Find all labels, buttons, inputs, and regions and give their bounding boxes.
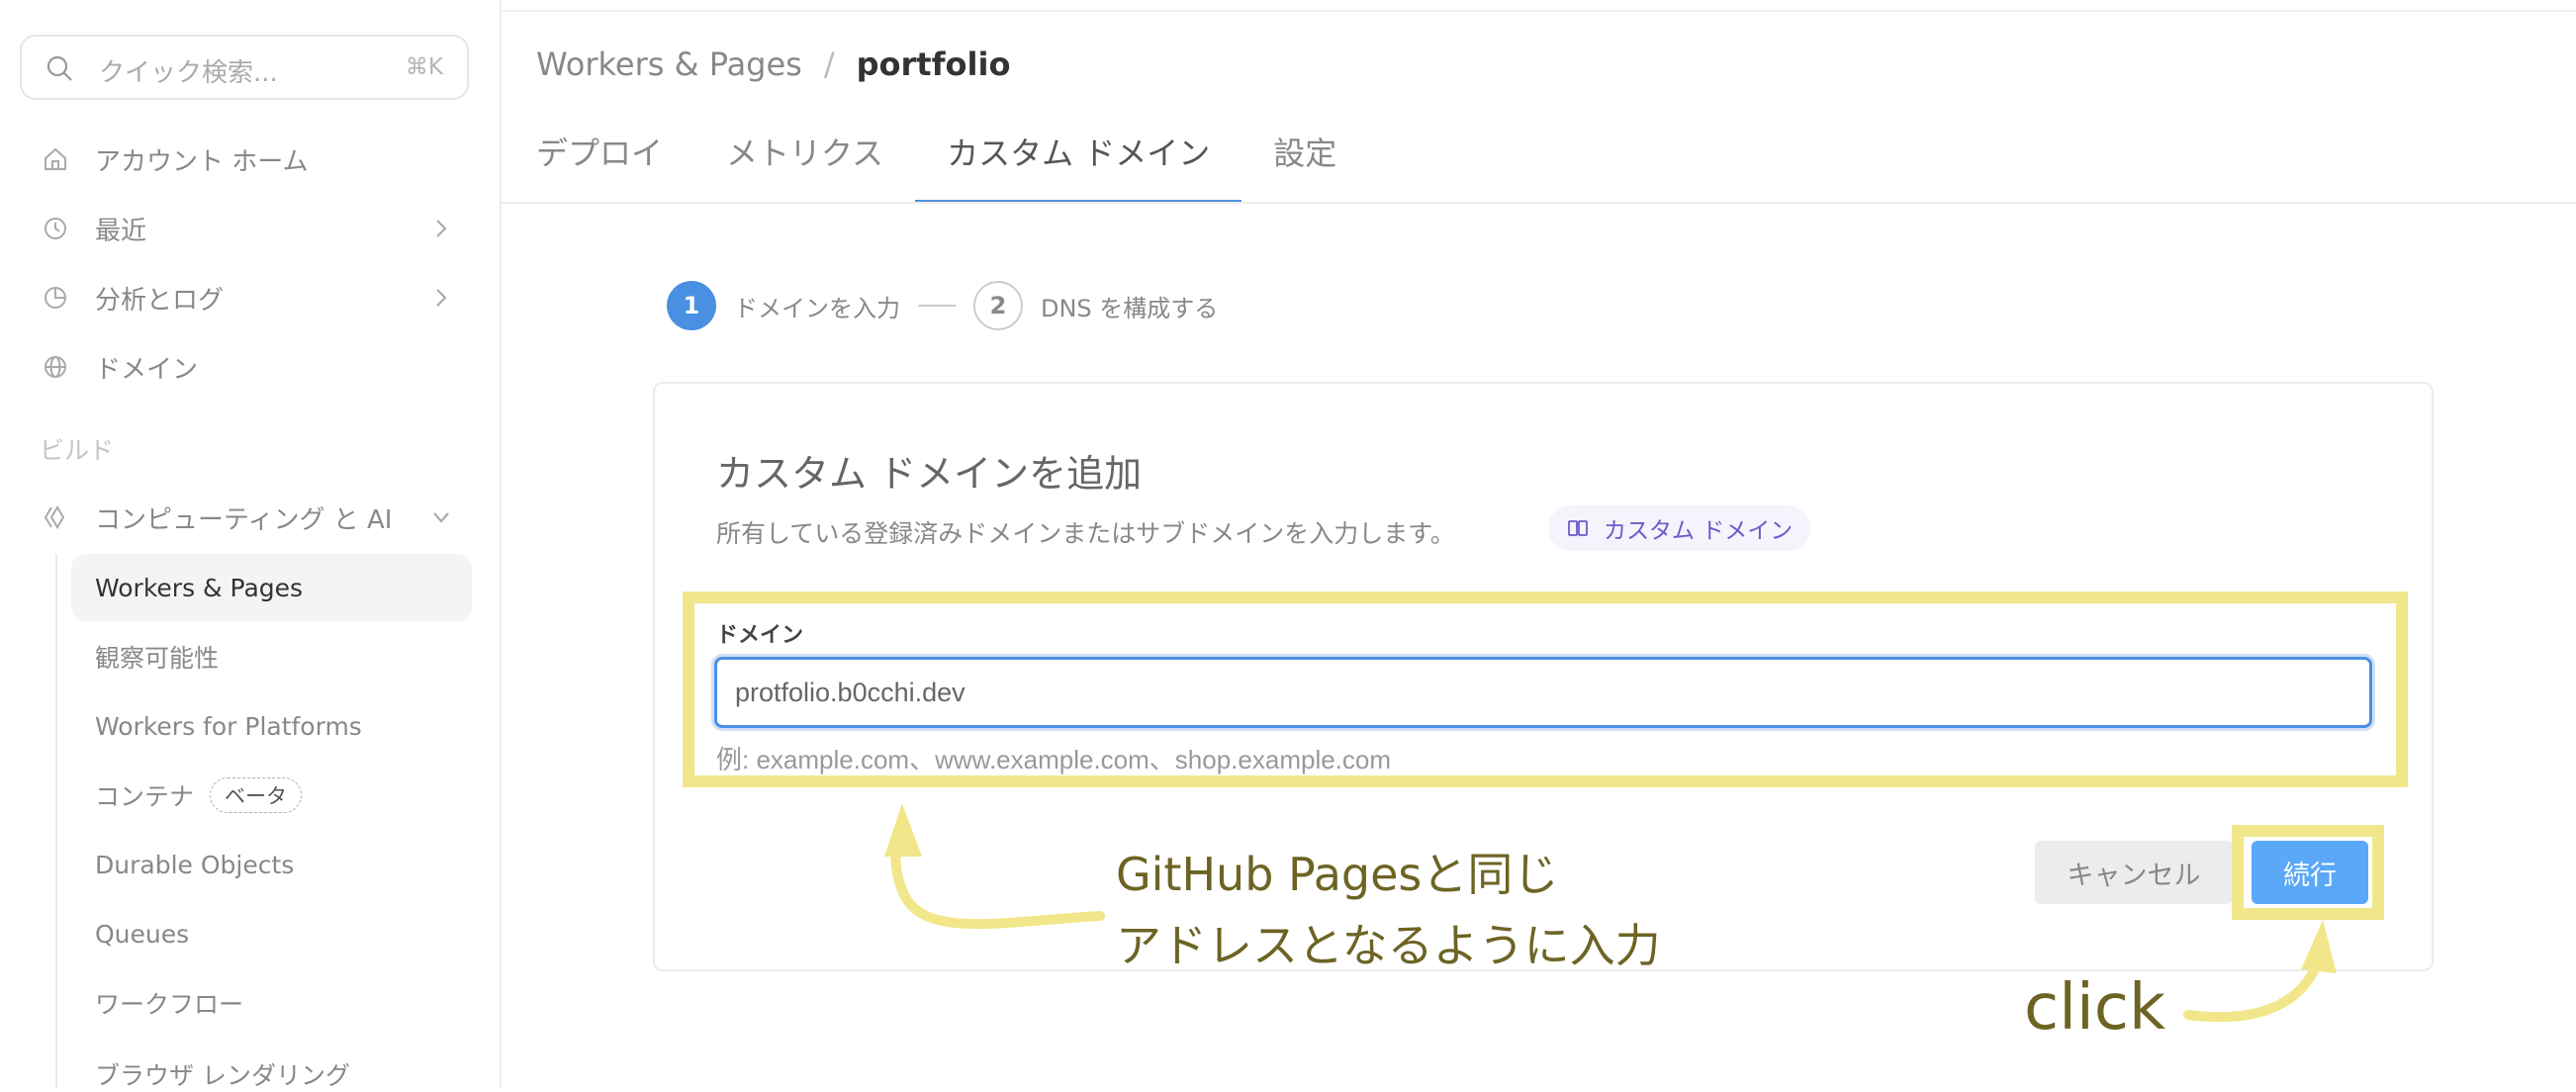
- sidebar-item-label: Workers & Pages: [95, 573, 304, 602]
- domain-field-label: ドメイン: [716, 623, 804, 648]
- continue-button[interactable]: 続行: [2252, 841, 2368, 904]
- sidebar-item-label: ワークフロー: [95, 990, 244, 1019]
- sidebar-item-recent[interactable]: 最近: [40, 204, 475, 253]
- sidebar-item-workers-for-platforms[interactable]: Workers for Platforms: [71, 692, 472, 760]
- tab-bar: デプロイ メトリクス カスタム ドメイン 設定: [536, 129, 1368, 204]
- section-label-build: ビルド: [40, 436, 115, 465]
- sidebar-item-label: コンテナ: [95, 782, 195, 811]
- chevron-down-icon: [429, 503, 453, 538]
- step-2-label: DNS を構成する: [1041, 294, 1219, 322]
- step-1-indicator: 1: [667, 281, 716, 330]
- stepper: 1 ドメインを入力 2 DNS を構成する: [667, 281, 1218, 330]
- pie-chart-icon: [40, 282, 71, 314]
- tab-settings[interactable]: 設定: [1242, 129, 1368, 202]
- breadcrumb-current: portfolio: [856, 46, 1011, 83]
- sidebar-item-queues[interactable]: Queues: [71, 900, 472, 967]
- sidebar-item-label: 分析とログ: [95, 285, 225, 316]
- annotation-note: GitHub Pagesと同じ アドレスとなるように入力: [1116, 839, 1661, 981]
- domain-field-hint: 例: example.com、www.example.com、shop.exam…: [716, 745, 1392, 774]
- annotation-click: click: [2024, 971, 2165, 1045]
- chevron-right-icon: [429, 284, 453, 318]
- domain-input[interactable]: [714, 657, 2372, 728]
- tree-line: [55, 554, 57, 1088]
- card-title: カスタム ドメインを追加: [716, 452, 1143, 496]
- breadcrumb: Workers & Pages / portfolio: [536, 46, 1010, 83]
- sidebar-group-compute[interactable]: コンピューティング と AI: [40, 493, 475, 542]
- home-icon: [40, 143, 71, 175]
- compute-icon: [40, 501, 71, 533]
- chevron-right-icon: [429, 215, 453, 249]
- sidebar-item-label: ブラウザ レンダリング: [95, 1061, 350, 1090]
- sidebar-item-label: 観察可能性: [95, 644, 220, 673]
- sidebar: クイック検索... ⌘K アカウント ホーム 最近 分析とログ ドメイン ビルド: [0, 0, 502, 1090]
- step-connector: [918, 305, 956, 307]
- sidebar-item-domains[interactable]: ドメイン: [40, 342, 198, 392]
- sidebar-item-workflows[interactable]: ワークフロー: [71, 969, 472, 1037]
- sidebar-item-account-home[interactable]: アカウント ホーム: [40, 135, 309, 184]
- sidebar-item-observability[interactable]: 観察可能性: [71, 623, 472, 690]
- search-shortcut: ⌘K: [405, 54, 443, 80]
- sidebar-item-workers-pages[interactable]: Workers & Pages: [71, 554, 472, 621]
- tab-custom-domains[interactable]: カスタム ドメイン: [915, 129, 1242, 204]
- tab-divider: [500, 202, 2576, 204]
- history-icon: [40, 213, 71, 244]
- sidebar-item-label: アカウント ホーム: [95, 146, 309, 177]
- top-divider: [500, 10, 2576, 12]
- cancel-button[interactable]: キャンセル: [2035, 841, 2233, 904]
- sidebar-item-label: 最近: [95, 216, 147, 246]
- breadcrumb-separator: /: [823, 46, 835, 83]
- quick-search[interactable]: クイック検索... ⌘K: [20, 35, 469, 100]
- sidebar-item-containers[interactable]: コンテナ ベータ: [71, 762, 472, 829]
- docs-link-label: カスタム ドメイン: [1604, 518, 1794, 544]
- tab-deploy[interactable]: デプロイ: [536, 129, 694, 202]
- breadcrumb-parent[interactable]: Workers & Pages: [536, 46, 802, 83]
- globe-icon: [40, 351, 71, 383]
- sidebar-item-label: Queues: [95, 919, 190, 949]
- tab-metrics[interactable]: メトリクス: [694, 129, 915, 202]
- sidebar-item-browser-rendering[interactable]: ブラウザ レンダリング: [71, 1039, 472, 1090]
- annotation-note-line2: アドレスとなるように入力: [1116, 919, 1661, 972]
- sidebar-item-label: ドメイン: [95, 354, 199, 385]
- search-icon: [46, 54, 73, 82]
- sidebar-group-label: コンピューティング と AI: [95, 504, 393, 535]
- step-2-indicator: 2: [973, 281, 1023, 330]
- sidebar-item-label: Workers for Platforms: [95, 711, 362, 741]
- sidebar-item-analytics[interactable]: 分析とログ: [40, 273, 475, 322]
- card-description: 所有している登録済みドメインまたはサブドメインを入力します。: [716, 519, 1455, 548]
- annotation-note-line1: GitHub Pagesと同じ: [1116, 848, 1559, 901]
- sidebar-item-label: Durable Objects: [95, 850, 295, 879]
- search-placeholder: クイック検索...: [99, 58, 278, 88]
- beta-badge: ベータ: [210, 777, 303, 813]
- step-1-label: ドメインを入力: [734, 294, 900, 322]
- sidebar-item-durable-objects[interactable]: Durable Objects: [71, 831, 472, 898]
- book-icon: [1566, 516, 1590, 540]
- docs-link-custom-domains[interactable]: カスタム ドメイン: [1548, 505, 1811, 551]
